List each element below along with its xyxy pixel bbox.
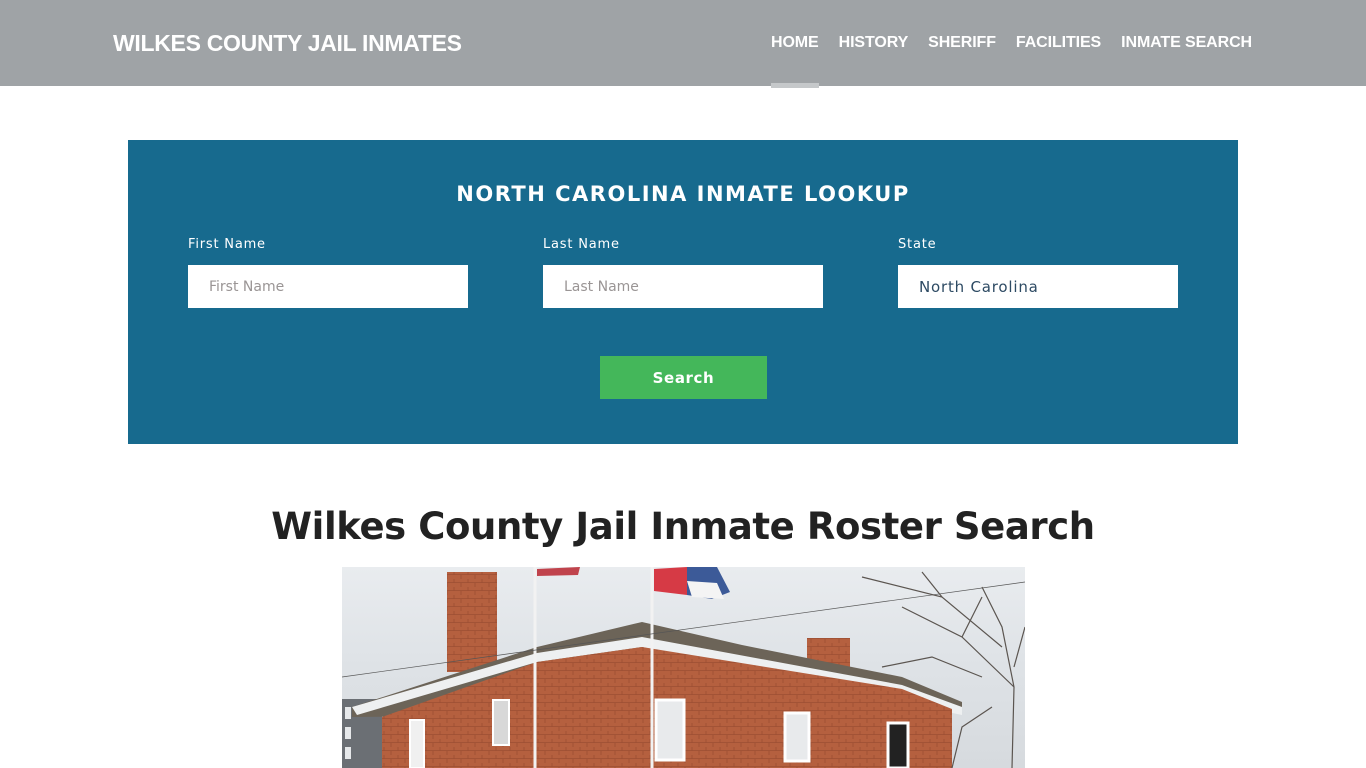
window (783, 711, 811, 763)
state-label: State (898, 237, 937, 252)
main-nav: HOME HISTORY SHERIFF FACILITIES INMATE S… (761, 34, 1252, 88)
first-name-label: First Name (188, 237, 266, 252)
lookup-title: NORTH CAROLINA INMATE LOOKUP (456, 182, 910, 206)
window (654, 698, 686, 762)
nav-home[interactable]: HOME (761, 34, 829, 88)
last-name-label: Last Name (543, 237, 620, 252)
jail-building-photo (342, 567, 1025, 768)
site-header: WILKES COUNTY JAIL INMATES HOME HISTORY … (0, 0, 1366, 88)
last-name-field-group: Last Name (543, 237, 823, 308)
search-button[interactable]: Search (600, 356, 767, 399)
state-input[interactable] (898, 265, 1178, 308)
nc-flag (654, 567, 687, 595)
nav-inmate-search[interactable]: INMATE SEARCH (1111, 34, 1252, 52)
chimney (447, 572, 497, 672)
nav-sheriff[interactable]: SHERIFF (918, 34, 1006, 52)
flag (537, 567, 580, 576)
state-field-group: State (898, 237, 1178, 308)
jail-building-illustration (342, 567, 1025, 768)
last-name-input[interactable] (543, 265, 823, 308)
first-name-input[interactable] (188, 265, 468, 308)
inmate-lookup-panel: NORTH CAROLINA INMATE LOOKUP First Name … (128, 140, 1238, 444)
page-title: Wilkes County Jail Inmate Roster Search (271, 505, 1095, 548)
nav-history[interactable]: HISTORY (829, 34, 919, 52)
nav-facilities[interactable]: FACILITIES (1006, 34, 1111, 52)
site-brand[interactable]: WILKES COUNTY JAIL INMATES (113, 30, 462, 57)
first-name-field-group: First Name (188, 237, 468, 308)
shuttered-window (886, 721, 910, 768)
